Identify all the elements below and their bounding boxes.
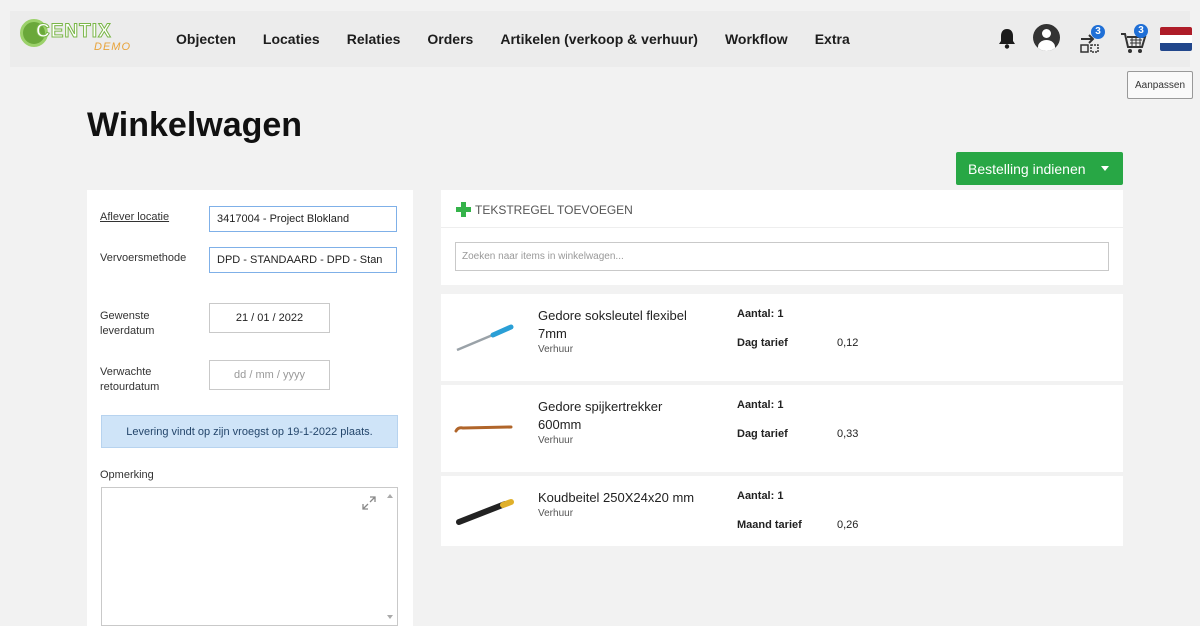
delivery-location-field[interactable]: 3417004 - Project Blokland [209,206,397,232]
item-quantity: Aantal: 1 [737,399,784,411]
delivery-location-label[interactable]: Aflever locatie [100,210,169,225]
cart-item[interactable]: Gedore soksleutel flexibel 7mm Verhuur A… [441,294,1123,381]
cold-chisel-thumbnail [456,499,514,525]
user-avatar-icon[interactable] [1033,24,1060,51]
cart-item[interactable]: Gedore spijkertrekker 600mm Verhuur Aant… [441,385,1123,472]
item-info: Gedore soksleutel flexibel 7mm Verhuur [538,307,708,356]
desired-date-label: Gewenste leverdatum [100,310,155,337]
plus-icon [456,202,471,217]
dutch-flag-icon[interactable] [1160,27,1192,51]
nav-item-artikelen[interactable]: Artikelen (verkoop & verhuur) [500,31,698,47]
submit-order-label: Bestelling indienen [968,160,1086,177]
item-name: Koudbeitel 250X24x20 mm [538,490,695,505]
top-navigation-bar: CENTIX DEMO Objecten Locaties Relaties O… [10,11,1192,67]
delivery-info-message: Levering vindt op zijn vroegst op 19-1-2… [101,415,398,448]
add-text-line-label: TEKSTREGEL TOEVOEGEN [475,202,633,217]
shipping-method-label: Vervoersmethode [100,252,187,264]
nav-item-orders[interactable]: Orders [427,31,473,47]
page-title: Winkelwagen [87,106,303,144]
shipping-method-field[interactable]: DPD - STANDAARD - DPD - Stan [209,247,397,273]
nav-item-relaties[interactable]: Relaties [347,31,401,47]
centix-logo[interactable]: CENTIX DEMO [20,17,150,61]
nav-item-locaties[interactable]: Locaties [263,31,320,47]
scroll-up-icon[interactable] [387,494,393,498]
item-name: Gedore soksleutel flexibel 7mm [538,308,687,341]
item-type: Verhuur [538,344,574,355]
chevron-down-icon[interactable] [1101,166,1109,171]
submit-order-button[interactable]: Bestelling indienen [956,152,1123,185]
logo-subtitle: DEMO [94,41,131,53]
return-date-label: Verwachte retourdatum [100,366,160,393]
item-rate-value: 0,12 [837,337,859,349]
item-info: Koudbeitel 250X24x20 mm Verhuur [538,489,708,520]
divider [441,227,1123,228]
item-info: Gedore spijkertrekker 600mm Verhuur [538,398,708,447]
compare-count-badge: 3 [1091,25,1105,39]
bell-icon[interactable] [998,27,1016,49]
logo-text: CENTIX [36,21,112,43]
item-rate-label: Dag tarief [737,428,788,440]
desired-date-field[interactable]: 21 / 01 / 2022 [209,303,330,333]
item-quantity: Aantal: 1 [737,308,784,320]
scroll-down-icon[interactable] [387,615,393,619]
item-type: Verhuur [538,435,574,446]
item-rate-label: Maand tarief [737,519,802,531]
item-quantity: Aantal: 1 [737,490,784,502]
item-rate-value: 0,33 [837,428,859,440]
item-rate-label: Dag tarief [737,337,788,349]
order-details-panel: Aflever locatie 3417004 - Project Blokla… [87,190,413,626]
nav-item-extra[interactable]: Extra [815,31,850,47]
socket-wrench-thumbnail [456,324,514,352]
cart-item[interactable]: Koudbeitel 250X24x20 mm Verhuur Aantal: … [441,476,1123,546]
remark-label: Opmerking [100,469,154,481]
expand-icon[interactable] [362,496,376,510]
shopping-cart-icon[interactable]: 3 [1120,24,1148,54]
item-rate-value: 0,26 [837,519,859,531]
cart-search-input[interactable]: Zoeken naar items in winkelwagen... [455,242,1109,271]
return-date-field[interactable]: dd / mm / yyyy [209,360,330,390]
nav-item-objecten[interactable]: Objecten [176,31,236,47]
nav-item-workflow[interactable]: Workflow [725,31,788,47]
main-menu: Objecten Locaties Relaties Orders Artike… [176,31,877,47]
item-type: Verhuur [538,508,574,519]
item-name: Gedore spijkertrekker 600mm [538,399,663,432]
customize-button[interactable]: Aanpassen [1127,71,1193,99]
compare-icon[interactable]: 3 [1078,25,1105,55]
add-text-line-button[interactable]: TEKSTREGEL TOEVOEGEN [456,202,633,217]
remark-textarea[interactable] [101,487,398,626]
cart-count-badge: 3 [1134,24,1148,38]
cart-toolbar: TEKSTREGEL TOEVOEGEN Zoeken naar items i… [441,190,1123,285]
nail-puller-thumbnail [454,425,513,433]
